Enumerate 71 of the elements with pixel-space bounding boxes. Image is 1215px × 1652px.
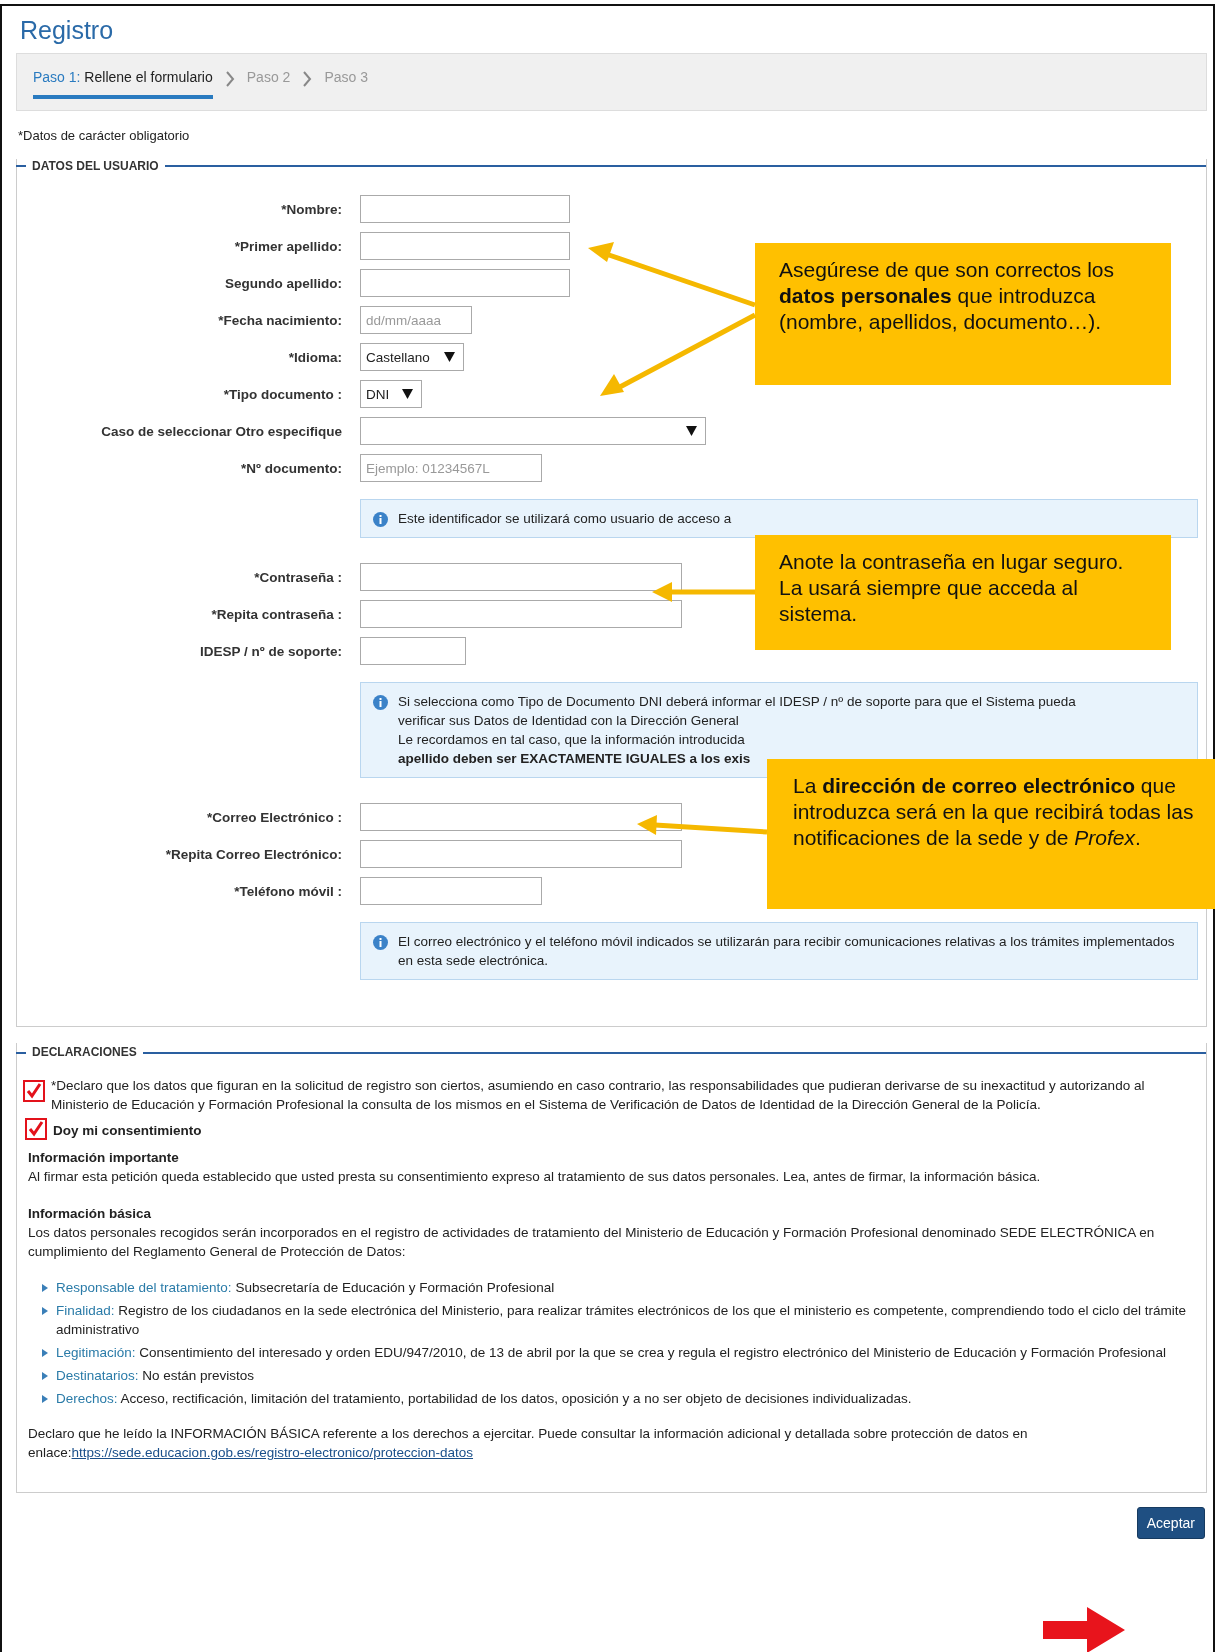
- closing-paragraph: Declaro que he leído la INFORMACIÓN BÁSICA referente a los derechos a ejercitar. Puede consultar la información adicional y detallada sobre protección de datos en enlace:https://sede.educacion.gob.es/registro-electronico/proteccion-datos: [28, 1425, 1029, 1462]
- section-legend: DATOS DEL USUARIO: [32, 159, 159, 173]
- list-item-text: Destinatarios: No están previstos: [56, 1367, 255, 1385]
- accept-button[interactable]: Aceptar: [1136, 1507, 1205, 1539]
- bullet-icon: [42, 1372, 48, 1380]
- info-text: verificar sus Datos de Identidad con la Dirección General: [398, 712, 740, 730]
- input-field[interactable]: [360, 563, 682, 591]
- page-title: Registro: [20, 16, 115, 45]
- field-label: *Tipo documento :: [222, 386, 342, 402]
- list-item-text: Derechos: Acceso, rectificación, limitación del tratamiento, portabilidad de los datos, oposición y a no ser objeto de decisiones individualizadas.: [56, 1390, 912, 1408]
- field-label: IDESP / nº de soporte:: [199, 643, 342, 659]
- info-icon: [373, 695, 388, 710]
- input-field[interactable]: [360, 840, 682, 868]
- bullet-icon: [42, 1284, 48, 1292]
- select-field[interactable]: Castellano: [360, 343, 464, 371]
- select-field[interactable]: DNI: [360, 380, 422, 408]
- input-field[interactable]: [360, 269, 570, 297]
- field-label: *Nº documento:: [240, 460, 342, 476]
- field-label: Caso de seleccionar Otro especifique: [100, 423, 342, 439]
- info-heading: Información básica: [28, 1205, 153, 1223]
- field-label: *Repita Correo Electrónico:: [164, 846, 342, 862]
- input-field[interactable]: [360, 637, 466, 665]
- input-field[interactable]: [360, 232, 570, 260]
- data-protection-link[interactable]: https://sede.educacion.gob.es/registro-electronico/proteccion-datos: [71, 1445, 474, 1460]
- info-icon: [373, 935, 388, 950]
- info-text: Le recordamos en tal caso, que la información introducida: [398, 731, 746, 749]
- declaration-text: *Declaro que los datos que figuran en la solicitud de registro son ciertos, asumiendo en caso contrario, las responsabilidades que pudieran derivarse de su inexactitud y autorizando al Ministerio de Educación y Formación Profesional la consulta de los mismos en el Sistema de Verificación de Datos de Identidad de la Dirección General de la Policía.: [51, 1077, 1146, 1114]
- field-label: *Fecha nacimiento:: [217, 312, 342, 328]
- caret-icon: [444, 352, 455, 362]
- info-text: apellido deben ser EXACTAMENTE IGUALES a los exis: [398, 750, 752, 768]
- info-paragraph: Al firmar esta petición queda establecido que usted presta su consentimiento expreso al tratamiento de sus datos personales. Lea, antes de firmar, la información básica.: [28, 1168, 1042, 1186]
- caret-icon: [686, 426, 697, 436]
- field-label: *Teléfono móvil :: [233, 883, 342, 899]
- field-label: *Repita contraseña :: [210, 606, 342, 622]
- field-label: *Contraseña :: [253, 569, 342, 585]
- field-label: *Primer apellido:: [233, 238, 342, 254]
- info-heading: Información importante: [28, 1149, 180, 1167]
- list-item-text: Finalidad: Registro de los ciudadanos en la sede electrónica del Ministerio, para realizar trámites electrónicos de los que el ministerio es competente, comprendiendo todo el ciclo del trámite administrativo: [56, 1302, 1188, 1339]
- bullet-icon: [42, 1395, 48, 1403]
- input-field[interactable]: [360, 877, 542, 905]
- callout-note: Asegúrese de que son correctos los datos personales que introduzca (nombre, apellidos, documento…).: [755, 243, 1171, 385]
- checkbox[interactable]: [23, 1080, 45, 1102]
- info-text: Este identificador se utilizará como usuario de acceso a: [398, 510, 732, 528]
- step-tab[interactable]: Paso 1: Rellene el formulario: [33, 69, 213, 99]
- input-field[interactable]: dd/mm/aaaa: [360, 306, 472, 334]
- bullet-icon: [42, 1307, 48, 1315]
- field-label: *Correo Electrónico :: [205, 809, 342, 825]
- list-item-text: Responsable del tratamiento: Subsecretaría de Educación y Formación Profesional: [56, 1279, 555, 1297]
- checkbox[interactable]: [25, 1118, 47, 1140]
- field-label: Segundo apellido:: [224, 275, 342, 291]
- input-field[interactable]: [360, 195, 570, 223]
- info-icon: [373, 512, 388, 527]
- chevron-icon: [224, 71, 235, 87]
- caret-icon: [402, 389, 413, 399]
- declaration-text: Doy mi consentimiento: [53, 1122, 202, 1140]
- info-text: Si selecciona como Tipo de Documento DNI deberá informar el IDESP / nº de soporte para que el Sistema pueda: [398, 693, 1076, 711]
- required-note: *Datos de carácter obligatorio: [18, 128, 191, 143]
- callout-note: Anote la contraseña en lugar seguro. La usará siempre que acceda al sistema.: [755, 535, 1171, 650]
- callout-note: La dirección de correo electrónico que introduzca será en la que recibirá todas las notificaciones de la sede y de Profex.: [767, 759, 1215, 909]
- bullet-icon: [42, 1349, 48, 1357]
- input-field[interactable]: Ejemplo: 01234567L: [360, 454, 542, 482]
- chevron-icon: [302, 71, 313, 87]
- input-field[interactable]: [360, 600, 682, 628]
- info-paragraph: Los datos personales recogidos serán incorporados en el registro de actividades de tratamiento del Ministerio de Educación y Formación Profesional denominado SEDE ELECTRÓNICA en cumplimiento del Reglamento General de Protección de Datos:: [28, 1224, 1156, 1261]
- input-field[interactable]: [360, 803, 682, 831]
- info-text: El correo electrónico y el teléfono móvil indicados se utilizarán para recibir comunicaciones relativas a los trámites implementados en esta sede electrónica.: [398, 933, 1176, 970]
- field-label: *Idioma:: [287, 349, 342, 365]
- select-field[interactable]: [360, 417, 706, 445]
- field-label: *Nombre:: [280, 201, 342, 217]
- list-item-text: Legitimación: Consentimiento del interesado y orden EDU/947/2010, de 13 de abril por la que se crea y regula el registro electrónico del Ministerio de Educación y Formación Profesional: [56, 1344, 1166, 1362]
- section-legend: DECLARACIONES: [32, 1043, 137, 1062]
